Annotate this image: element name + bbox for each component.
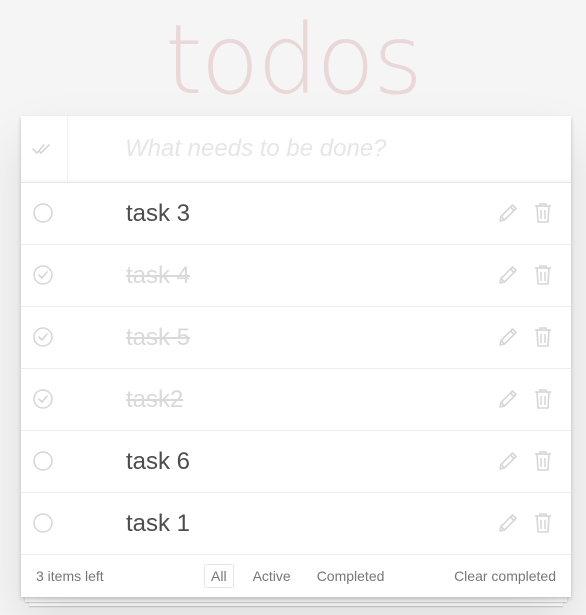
filters: All Active Completed: [204, 564, 391, 588]
trash-icon[interactable]: [533, 202, 553, 224]
todo-item: task 4: [21, 245, 571, 307]
header: [21, 116, 571, 183]
todo-item: task 5: [21, 307, 571, 369]
trash-icon[interactable]: [533, 388, 553, 410]
todo-label[interactable]: task 4: [126, 245, 190, 306]
toggle-all-button[interactable]: [21, 116, 67, 182]
check-circle-icon[interactable]: [33, 265, 53, 285]
pencil-icon[interactable]: [497, 450, 519, 472]
filter-all[interactable]: All: [204, 564, 234, 588]
pencil-icon[interactable]: [497, 264, 519, 286]
app-title: todos: [164, 4, 423, 116]
todo-label[interactable]: task 5: [126, 307, 190, 368]
todo-item: task 3: [21, 183, 571, 245]
new-todo-input[interactable]: [125, 130, 545, 168]
circle-icon[interactable]: [33, 451, 53, 471]
trash-icon[interactable]: [533, 512, 553, 534]
circle-icon[interactable]: [33, 203, 53, 223]
trash-icon[interactable]: [533, 450, 553, 472]
filter-completed[interactable]: Completed: [310, 564, 392, 588]
pencil-icon[interactable]: [497, 326, 519, 348]
check-circle-icon[interactable]: [33, 327, 53, 347]
clear-completed-button[interactable]: Clear completed: [454, 555, 556, 597]
todo-item: task 1: [21, 493, 571, 555]
todo-app: task 3task 4task 5task2task 6task 1 3 it…: [21, 116, 571, 597]
pencil-icon[interactable]: [497, 202, 519, 224]
todo-label[interactable]: task 1: [126, 493, 190, 554]
trash-icon[interactable]: [533, 264, 553, 286]
pencil-icon[interactable]: [497, 388, 519, 410]
todo-item: task2: [21, 369, 571, 431]
footer: 3 items left All Active Completed Clear co…: [21, 555, 571, 597]
pencil-icon[interactable]: [497, 512, 519, 534]
double-check-icon: [32, 144, 50, 154]
filter-active[interactable]: Active: [246, 564, 298, 588]
todo-label[interactable]: task2: [126, 369, 183, 430]
header-divider: [67, 116, 68, 182]
todo-list: task 3 task 4 task 5 task2 task 6 task 1: [21, 183, 571, 555]
check-circle-icon[interactable]: [33, 389, 53, 409]
trash-icon[interactable]: [533, 326, 553, 348]
todo-item: task 6: [21, 431, 571, 493]
todo-label[interactable]: task 3: [126, 183, 190, 244]
todo-label[interactable]: task 6: [126, 431, 190, 492]
circle-icon[interactable]: [33, 513, 53, 533]
items-left-count: 3 items left: [36, 568, 104, 584]
